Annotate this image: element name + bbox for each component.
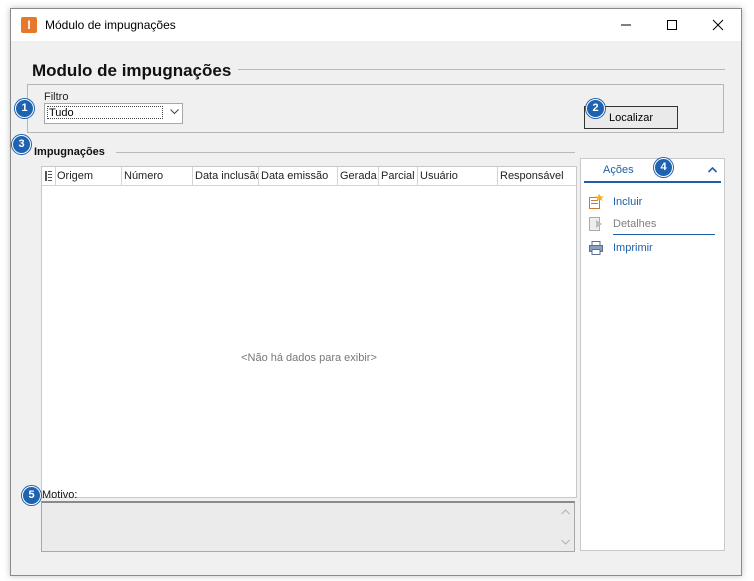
page-title: Modulo de impugnações bbox=[32, 61, 232, 80]
close-button[interactable] bbox=[695, 9, 741, 41]
column-header-parcial[interactable]: Parcial bbox=[379, 167, 418, 185]
chevron-up-icon[interactable] bbox=[708, 167, 717, 173]
column-header-numero[interactable]: Número bbox=[122, 167, 193, 185]
callout-badge-1: 1 bbox=[15, 99, 34, 118]
action-detalhes-label: Detalhes bbox=[613, 218, 657, 230]
details-document-icon bbox=[589, 217, 602, 231]
filter-select[interactable]: Tudo bbox=[44, 103, 183, 124]
actions-title: Ações bbox=[603, 164, 634, 176]
app-window: I Módulo de impugnações Modulo de impugn… bbox=[10, 8, 742, 576]
column-header-origem[interactable]: Origem bbox=[55, 167, 122, 185]
column-header-usuario[interactable]: Usuário bbox=[418, 167, 498, 185]
callout-badge-2: 2 bbox=[586, 99, 605, 118]
app-logo-icon: I bbox=[21, 17, 37, 33]
impugnacoes-grid[interactable]: Origem Número Data inclusão Data emissão… bbox=[41, 166, 577, 498]
callout-badge-5: 5 bbox=[22, 486, 41, 505]
actions-panel-header[interactable]: Ações bbox=[581, 159, 724, 181]
action-incluir-label: Incluir bbox=[613, 196, 643, 208]
title-bar: I Módulo de impugnações bbox=[11, 9, 741, 41]
section-title-impugnacoes: Impugnações bbox=[34, 146, 105, 158]
filter-label: Filtro bbox=[44, 91, 69, 103]
action-detalhes: Detalhes bbox=[588, 216, 716, 234]
window-title: Módulo de impugnações bbox=[45, 18, 176, 32]
callout-badge-3: 3 bbox=[12, 135, 31, 154]
column-header-data-inclusao[interactable]: Data inclusão bbox=[193, 167, 259, 185]
grid-header: Origem Número Data inclusão Data emissão… bbox=[42, 167, 576, 186]
actions-header-underline bbox=[584, 181, 721, 183]
printer-icon bbox=[589, 241, 603, 255]
title-divider bbox=[238, 69, 725, 70]
main-content: Modulo de impugnações Filtro Tudo Locali… bbox=[14, 41, 738, 572]
add-document-icon bbox=[589, 194, 604, 209]
column-header-data-emissao[interactable]: Data emissão bbox=[259, 167, 338, 185]
column-header-gerada[interactable]: Gerada bbox=[338, 167, 379, 185]
filter-select-value: Tudo bbox=[47, 106, 163, 119]
chevron-down-icon bbox=[170, 109, 179, 115]
action-imprimir[interactable]: Imprimir bbox=[588, 240, 716, 258]
section-divider bbox=[116, 152, 575, 153]
scroll-down-icon[interactable] bbox=[561, 539, 570, 545]
scroll-up-icon[interactable] bbox=[561, 509, 570, 515]
motivo-textarea[interactable] bbox=[41, 501, 575, 552]
maximize-icon bbox=[667, 20, 677, 30]
column-chooser-button[interactable] bbox=[42, 167, 56, 185]
motivo-label: Motivo: bbox=[42, 489, 78, 501]
action-incluir[interactable]: Incluir bbox=[588, 194, 716, 212]
maximize-button[interactable] bbox=[649, 9, 695, 41]
close-icon bbox=[712, 19, 724, 31]
actions-panel: Ações Incluir Detalhes Imprimir bbox=[580, 158, 725, 551]
empty-grid-message: <Não há dados para exibir> bbox=[241, 352, 377, 364]
column-chooser-icon bbox=[45, 171, 52, 181]
minimize-button[interactable] bbox=[603, 9, 649, 41]
action-imprimir-label: Imprimir bbox=[613, 242, 653, 254]
callout-badge-4: 4 bbox=[654, 158, 673, 177]
actions-separator bbox=[613, 234, 715, 235]
column-header-responsavel[interactable]: Responsável bbox=[498, 167, 576, 185]
minimize-icon bbox=[621, 24, 631, 26]
